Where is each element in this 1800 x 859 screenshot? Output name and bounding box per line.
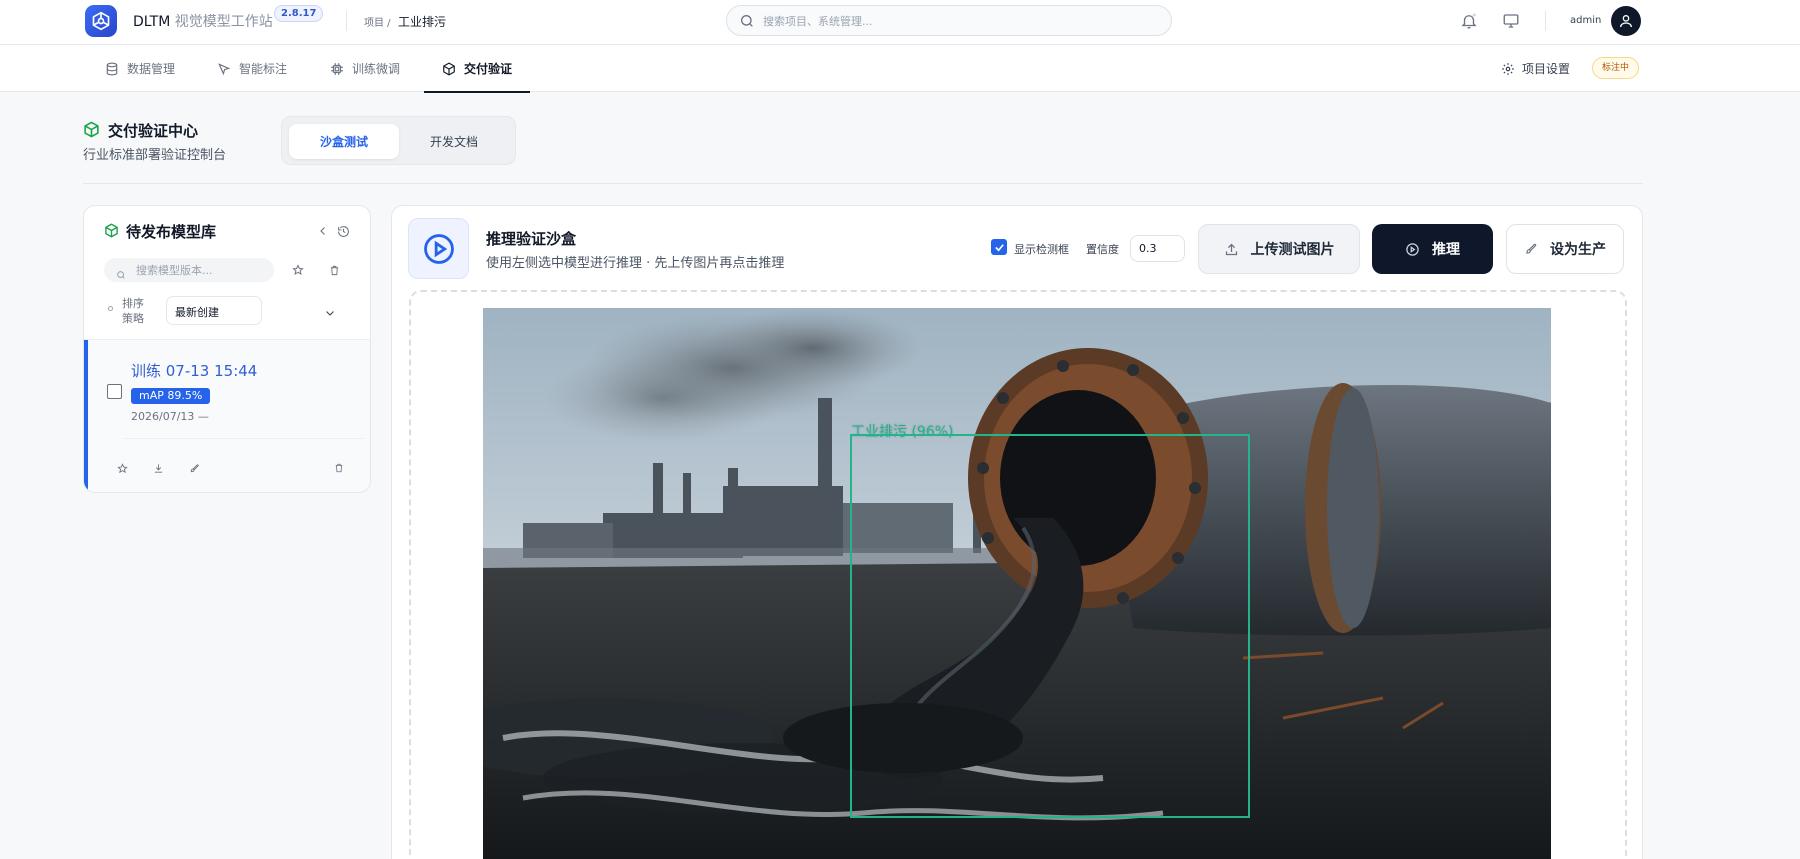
database-icon [105,62,119,76]
show-boxes-label: 显示检测框 [1014,243,1069,256]
tab-label: 智能标注 [239,62,288,76]
tab-data-management[interactable]: 数据管理 [105,45,175,92]
chevron-down-icon[interactable] [324,304,336,323]
history-icon[interactable] [335,223,351,239]
collapse-icon[interactable] [315,223,331,239]
model-checkbox[interactable] [107,384,122,399]
cpu-icon [330,62,344,76]
sort-indicator [108,306,113,311]
mode-segmented-control: 沙盒测试 开发文档 [281,116,516,165]
tab-label: 交付验证 [464,62,513,76]
tab-label: 数据管理 [127,62,176,76]
tab-label: 训练微调 [352,62,401,76]
model-extra: — [197,410,209,423]
map-badge: mAP 89.5% [131,388,211,404]
user-name[interactable]: admin [1570,15,1601,26]
tab-dev-docs[interactable]: 开发文档 [399,124,509,159]
app-logo[interactable] [85,5,117,37]
breadcrumb-prefix: 项目 / [364,18,391,29]
upload-label: 上传测试图片 [1250,242,1335,258]
panel-title: 待发布模型库 [126,223,217,241]
avatar[interactable] [1611,6,1641,36]
global-search-input[interactable] [763,11,1163,31]
sort-label: 排序策略 [122,297,144,325]
upload-image-button[interactable]: 上传测试图片 [1198,224,1360,274]
upload-icon [1224,242,1239,257]
project-settings-button[interactable]: 项目设置 [1501,60,1570,77]
sandbox-title: 推理验证沙盒 [486,230,577,248]
box-icon [83,121,100,142]
tab-training[interactable]: 训练微调 [330,45,400,92]
divider [346,11,347,31]
download-icon[interactable] [151,461,165,475]
set-production-label: 设为生产 [1550,242,1606,258]
model-search-input[interactable] [136,262,266,278]
tab-sandbox[interactable]: 沙盒测试 [289,124,399,159]
model-name: 训练 07-13 15:44 [131,362,258,380]
tab-delivery[interactable]: 交付验证 [423,45,531,93]
box-icon [104,223,119,242]
divider [1545,11,1546,31]
model-date: 2026/07/13 [131,410,195,423]
list-item[interactable]: 训练 07-13 15:44 mAP 89.5% 2026/07/13 — [84,340,370,492]
divider [83,183,1643,184]
version-badge: 2.8.17 [274,5,324,22]
cursor-icon [217,62,231,76]
box-icon [442,62,456,76]
model-meta: 2026/07/13 — [131,410,209,423]
check-icon [994,243,1004,251]
detection-bounding-box [850,434,1250,818]
app-brand: DLTM [133,14,171,30]
page-subtitle: 行业标准部署验证控制台 [83,148,227,163]
project-settings-label: 项目设置 [1522,62,1571,76]
trash-icon[interactable] [332,461,346,475]
play-circle-icon [423,233,454,264]
confidence-label: 置信度 [1086,243,1119,256]
gear-icon [1501,62,1515,76]
rocket-icon[interactable] [187,461,201,475]
sandbox-subtitle: 使用左侧选中模型进行推理 · 先上传图片再点击推理 [486,256,785,271]
set-production-button[interactable]: 设为生产 [1506,224,1624,274]
monitor-icon[interactable] [1501,11,1521,31]
divider [123,438,363,439]
top-bar: DLTM 视觉模型工作站 2.8.17 项目 / 工业排污 admin [0,0,1800,45]
search-icon [116,265,126,284]
app-title: DLTM 视觉模型工作站 [133,11,273,31]
search-icon [739,13,755,33]
sandbox-icon-tile [408,218,469,279]
rocket-icon [1524,242,1538,256]
page-title: 交付验证中心 [108,122,199,140]
infer-button[interactable]: 推理 [1372,224,1493,274]
breadcrumb-current[interactable]: 工业排污 [398,13,446,30]
global-search[interactable] [726,5,1172,36]
infer-label: 推理 [1432,242,1460,258]
status-badge: 标注中 [1592,57,1640,79]
sort-select[interactable]: 最新创建 [166,296,262,325]
module-nav: 数据管理 智能标注 训练微调 交付验证 项目设置 标注中 [0,45,1800,93]
tab-smart-annotation[interactable]: 智能标注 [217,45,287,92]
bell-icon[interactable] [1459,11,1479,31]
play-circle-icon [1405,242,1420,257]
star-icon[interactable] [115,461,129,475]
confidence-input[interactable] [1130,235,1185,262]
user-icon [1620,15,1632,28]
show-boxes-checkbox[interactable] [991,239,1007,255]
star-icon[interactable] [290,262,306,278]
model-library-panel: 待发布模型库 排序策略 最新创建 训练 07-13 15:44 mAP 89.5… [83,205,371,493]
app-subtitle: 视觉模型工作站 [174,14,273,30]
model-search[interactable] [104,258,274,282]
trash-icon[interactable] [326,262,342,278]
hexagon-logo-icon [92,11,110,31]
